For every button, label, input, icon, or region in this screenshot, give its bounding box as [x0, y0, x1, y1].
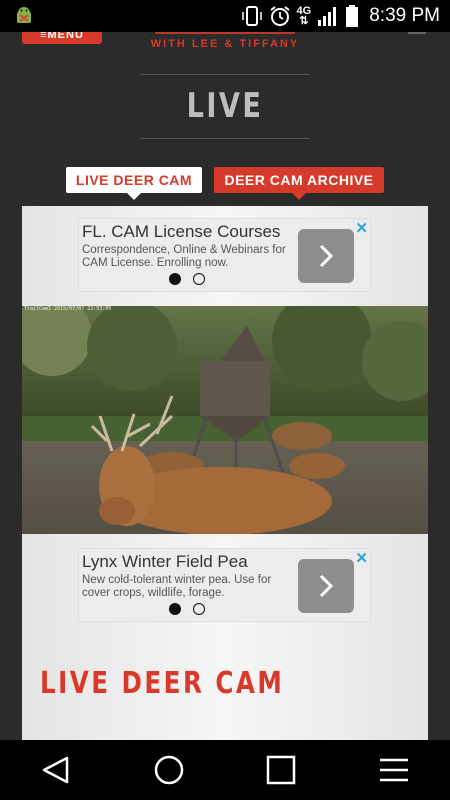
chevron-right-icon[interactable]	[298, 229, 354, 283]
network-4g-icon: 4G ⇅	[296, 5, 312, 27]
chevron-right-icon[interactable]	[298, 559, 354, 613]
web-page[interactable]: ≡MENU WITH LEE & TIFFANY LIVE LIVE DEER …	[0, 32, 450, 740]
ad-pager	[169, 273, 205, 285]
ad-pager	[169, 603, 205, 615]
pager-dot[interactable]	[193, 603, 205, 615]
home-icon[interactable]	[139, 748, 199, 792]
menu-icon[interactable]	[364, 748, 424, 792]
pager-dot[interactable]	[193, 273, 205, 285]
vibrate-icon	[241, 6, 262, 26]
pager-dot-active[interactable]	[169, 603, 181, 615]
ad-title[interactable]: FL. CAM License Courses	[82, 222, 280, 242]
android-debug-icon	[17, 7, 31, 23]
live-deer-cam-image[interactable]: TrailCam1 2015/07/07 22:53:09	[22, 306, 428, 534]
close-icon[interactable]: ✕	[355, 549, 368, 567]
ad-banner[interactable]: Lynx Winter Field Pea New cold-tolerant …	[78, 548, 371, 622]
signal-icon	[318, 7, 337, 26]
cam-timestamp: TrailCam1 2015/07/07 22:53:09	[24, 306, 112, 312]
pager-dot-active[interactable]	[169, 273, 181, 285]
battery-icon	[346, 5, 359, 27]
tab-live-deer-cam[interactable]: LIVE DEER CAM	[66, 167, 202, 200]
alarm-icon	[269, 6, 290, 26]
search-icon[interactable]	[408, 32, 426, 34]
title-divider-bottom	[140, 138, 310, 139]
back-icon[interactable]	[26, 748, 86, 792]
recents-icon[interactable]	[251, 748, 311, 792]
network-type-label: 4G	[296, 5, 312, 17]
ad-title[interactable]: Lynx Winter Field Pea	[82, 552, 248, 572]
close-icon[interactable]: ✕	[355, 219, 368, 237]
tab-deer-cam-archive[interactable]: DEER CAM ARCHIVE	[214, 167, 384, 200]
ad-body: Correspondence, Online & Webinars for CA…	[82, 244, 286, 269]
navigation-bar	[0, 740, 450, 800]
site-logo[interactable]	[155, 32, 295, 34]
section-heading: LIVE DEER CAM	[40, 666, 285, 701]
title-divider-top	[140, 74, 310, 75]
logo-tagline: WITH LEE & TIFFANY	[150, 38, 300, 50]
deer-cam-photo	[22, 306, 428, 534]
ad-banner[interactable]: FL. CAM License Courses Correspondence, …	[78, 218, 371, 292]
content-card: FL. CAM License Courses Correspondence, …	[22, 206, 428, 740]
status-bar: 4G ⇅ 8:39 PM	[0, 0, 450, 32]
ad-body: New cold-tolerant winter pea. Use for co…	[82, 574, 272, 599]
page-title: LIVE	[186, 86, 264, 126]
status-time: 8:39 PM	[369, 5, 440, 26]
